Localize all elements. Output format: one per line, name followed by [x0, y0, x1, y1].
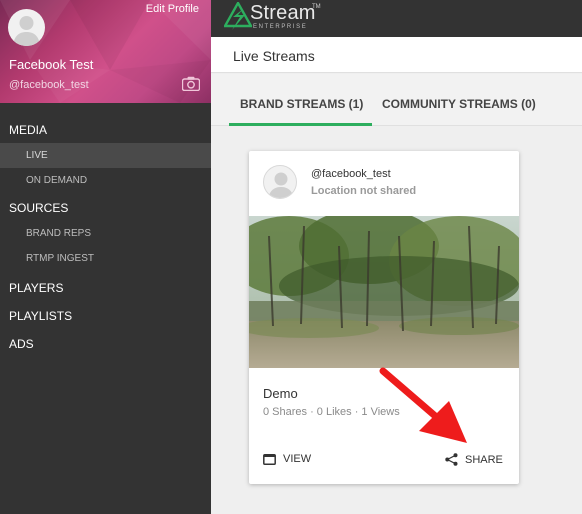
share-button[interactable]: SHARE [445, 453, 503, 466]
profile-handle: @facebook_test [9, 79, 89, 91]
sidebar-nav: MEDIA LIVE ON DEMAND SOURCES BRAND REPS … [0, 118, 211, 358]
edit-profile-link[interactable]: Edit Profile [146, 3, 199, 15]
annotation-arrow-icon [379, 367, 467, 443]
stream-logo-icon[interactable] [224, 2, 252, 32]
tab-brand-streams[interactable]: BRAND STREAMS (1) [240, 97, 363, 111]
card-location: Location not shared [311, 185, 417, 197]
top-bar: Stream TM ENTERPRISE [211, 0, 582, 37]
stream-thumbnail[interactable] [249, 216, 519, 368]
nav-brand-reps[interactable]: BRAND REPS [0, 221, 211, 246]
brand-edition: ENTERPRISE [253, 24, 308, 30]
card-username: @facebook_test [311, 168, 391, 180]
stream-title: Demo [263, 386, 298, 401]
share-icon [445, 453, 458, 466]
page-header: Live Streams [211, 37, 582, 73]
profile-panel: Edit Profile Facebook Test @facebook_tes… [0, 0, 211, 103]
page-title: Live Streams [233, 48, 315, 64]
avatar-placeholder-icon [13, 16, 40, 46]
view-icon [263, 453, 276, 465]
nav-sources[interactable]: SOURCES [0, 196, 211, 221]
stream-tabs: BRAND STREAMS (1) COMMUNITY STREAMS (0) [211, 74, 582, 126]
nav-media[interactable]: MEDIA [0, 118, 211, 143]
brand-trademark: TM [312, 4, 321, 10]
card-avatar [263, 165, 297, 199]
brand-name: Stream [250, 2, 316, 24]
view-label: VIEW [283, 453, 312, 465]
nav-rtmp-ingest[interactable]: RTMP INGEST [0, 246, 211, 271]
nav-ads[interactable]: ADS [0, 330, 211, 358]
sidebar: Edit Profile Facebook Test @facebook_tes… [0, 0, 211, 514]
active-tab-indicator [229, 123, 372, 126]
nav-on-demand[interactable]: ON DEMAND [0, 168, 211, 193]
avatar-placeholder-icon [268, 172, 294, 198]
profile-name: Facebook Test [9, 57, 94, 72]
nav-playlists[interactable]: PLAYLISTS [0, 302, 211, 330]
nav-live[interactable]: LIVE [0, 143, 211, 168]
profile-avatar[interactable] [8, 9, 45, 46]
tab-community-streams[interactable]: COMMUNITY STREAMS (0) [382, 97, 536, 111]
nav-players[interactable]: PLAYERS [0, 274, 211, 302]
view-button[interactable]: VIEW [263, 453, 311, 465]
share-label: SHARE [465, 453, 503, 466]
camera-icon[interactable] [182, 76, 200, 91]
